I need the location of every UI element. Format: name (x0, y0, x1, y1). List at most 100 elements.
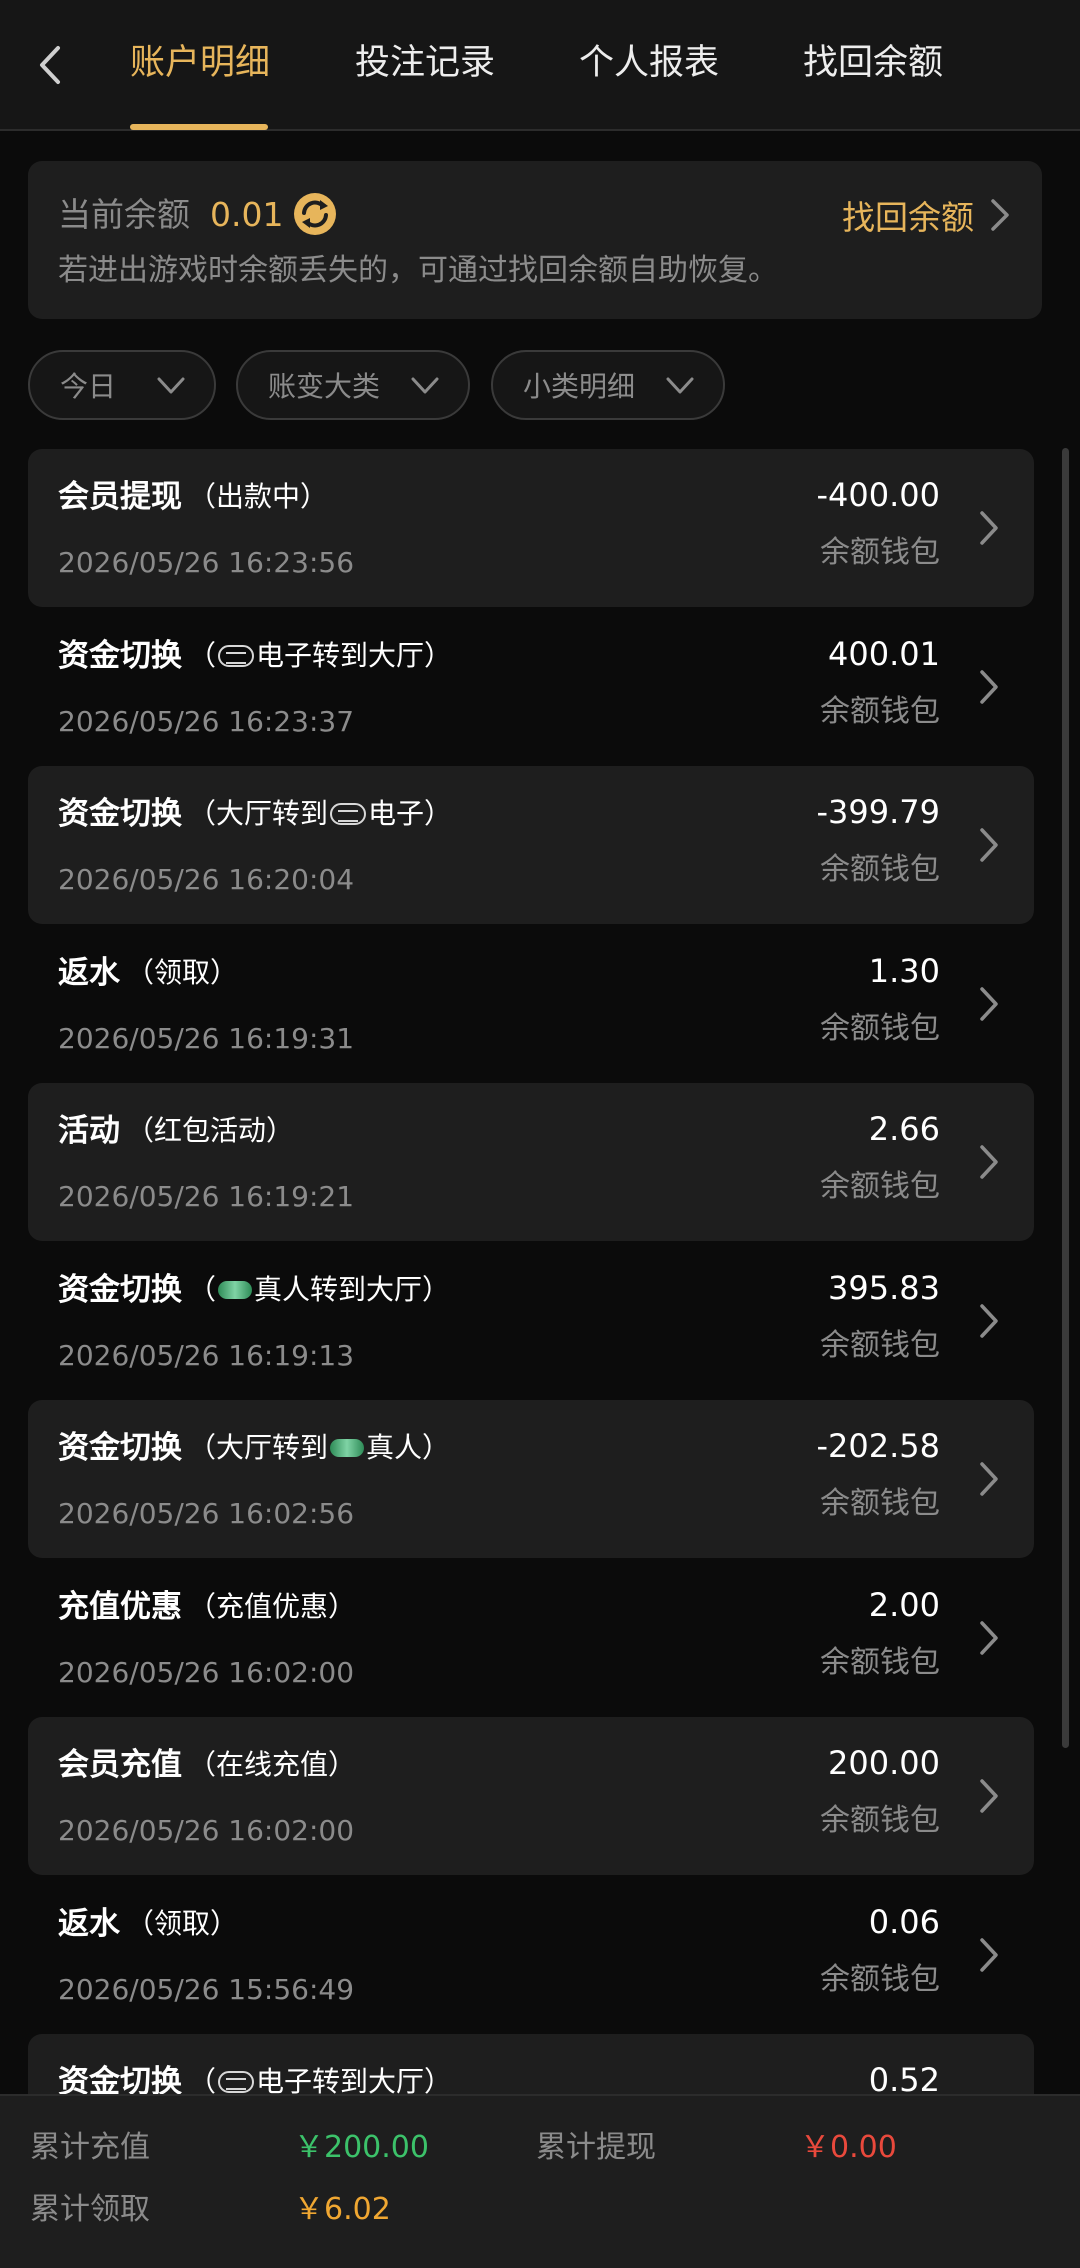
transaction-subtype-prefix: （大厅转到 (188, 1431, 329, 1464)
transaction-row[interactable]: 资金切换（ 电子转到大厅） 2026/05/26 16:23:37 400.01 余额钱… (28, 608, 1034, 766)
transaction-subtype-suffix: 真人转到大厅） (254, 1272, 451, 1306)
transaction-row[interactable]: 充值优惠 （充值优惠） 2026/05/26 16:02:00 2.00 余额钱包 (28, 1559, 1034, 1717)
transaction-subtype-prefix: （出款中） (188, 480, 329, 513)
chevron-right-icon (980, 1303, 998, 1338)
transaction-subtype: （大厅转到 真人） (188, 1426, 450, 1470)
transaction-subtype: （红包活动） (126, 1109, 294, 1153)
transaction-subtype-suffix: 电子） (368, 797, 453, 830)
transaction-amount: -202.58 (816, 1427, 940, 1465)
tab-recover-balance[interactable]: 找回余额 (803, 38, 943, 88)
transaction-title: 资金切换（ 电子转到大厅） (58, 634, 452, 678)
transaction-amount: 400.01 (828, 634, 940, 673)
transaction-subtype-prefix: （大厅转到 (188, 797, 329, 830)
chevron-right-icon (980, 1462, 998, 1496)
transaction-row[interactable]: 会员提现 （出款中） 2026/05/26 16:23:56 -400.00 余额钱包 (28, 449, 1034, 607)
active-tab-indicator (130, 124, 268, 130)
transaction-row[interactable]: 资金切换 （大厅转到 真人） 2026/05/26 16:02:56 -202.58 余额… (28, 1400, 1034, 1558)
transaction-type: 资金切换 (58, 1430, 182, 1466)
transaction-row[interactable]: 资金切换 （大厅转到 电子） 2026/05/26 16:20:04 -399.79 余额… (28, 766, 1034, 924)
total-claim-label: 累计领取 (30, 2192, 150, 2227)
transaction-type: 资金切换 (58, 637, 182, 674)
transaction-subtype: （大厅转到 电子） (188, 792, 452, 836)
balance-tip: 若进出游戏时余额丢失的，可通过找回余额自助恢复。 (58, 253, 778, 288)
transaction-wallet: 余额钱包 (820, 1961, 940, 1997)
transaction-subtype: （出款中） (188, 475, 328, 519)
transaction-wallet: 余额钱包 (820, 1644, 940, 1680)
scrollbar[interactable] (1062, 448, 1069, 1748)
transaction-wallet: 余额钱包 (820, 852, 940, 887)
transaction-type: 会员充值 (58, 1747, 182, 1783)
transaction-title: 会员充值 （在线充值） (58, 1743, 356, 1787)
transaction-time: 2026/05/26 16:23:56 (58, 546, 355, 579)
transaction-type: 会员提现 (58, 479, 182, 515)
chevron-right-icon (980, 986, 998, 1021)
pg-logo-icon (218, 644, 255, 667)
chevron-right-icon (980, 669, 998, 704)
transaction-time: 2026/05/26 16:02:56 (58, 1497, 355, 1530)
transaction-type: 资金切换 (58, 796, 182, 832)
transaction-amount: 395.83 (828, 1268, 940, 1307)
transaction-subtype-prefix: （ (188, 1272, 217, 1306)
tab-account-details[interactable]: 账户明细 (130, 38, 270, 88)
chevron-down-icon (157, 377, 185, 394)
live-casino-logo-icon (218, 1280, 253, 1299)
back-button[interactable] (30, 40, 70, 90)
filter-category[interactable]: 账变大类 (236, 350, 470, 420)
transaction-wallet: 余额钱包 (820, 693, 940, 729)
transaction-type: 充值优惠 (58, 1588, 182, 1625)
transaction-subtype-prefix: （充值优惠） (188, 1589, 357, 1623)
transaction-amount: 2.00 (868, 1585, 940, 1624)
transaction-subtype-prefix: （在线充值） (188, 1748, 357, 1781)
filter-date[interactable]: 今日 (28, 350, 216, 420)
transaction-title: 活动 （红包活动） (58, 1109, 294, 1153)
pg-logo-icon (218, 2071, 255, 2093)
transaction-time: 2026/05/26 15:56:49 (58, 1972, 355, 2006)
summary-footer: 累计充值 ￥200.00 累计提现 ￥0.00 累计领取 ￥6.02 (0, 2094, 1080, 2268)
refresh-icon[interactable] (290, 189, 340, 239)
transaction-amount: -400.00 (816, 476, 940, 514)
total-withdraw-label: 累计提现 (536, 2130, 656, 2165)
recover-balance-link[interactable]: 找回余额 (842, 189, 1012, 241)
transaction-row[interactable]: 返水 （领取） 2026/05/26 15:56:49 0.06 余额钱包 (28, 1876, 1034, 2034)
transaction-row[interactable]: 返水 （领取） 2026/05/26 16:19:31 1.30 余额钱包 (28, 925, 1034, 1083)
tab-personal-report[interactable]: 个人报表 (579, 38, 719, 88)
transaction-row[interactable]: 资金切换（ 真人转到大厅） 2026/05/26 16:19:13 395.83 余额钱… (28, 1242, 1034, 1400)
transaction-subtype: （ 电子转到大厅） (188, 634, 452, 678)
transaction-subtype: （领取） (126, 1902, 238, 1946)
transaction-title: 充值优惠 （充值优惠） (58, 1585, 356, 1629)
transaction-wallet: 余额钱包 (820, 535, 940, 570)
filter-subcategory-label: 小类明细 (523, 370, 636, 403)
chevron-right-icon (980, 1620, 998, 1655)
transaction-row[interactable]: 会员充值 （在线充值） 2026/05/26 16:02:00 200.00 余额钱包 (28, 1717, 1034, 1875)
transaction-type: 返水 (58, 1905, 120, 1942)
transaction-time: 2026/05/26 16:19:31 (58, 1021, 355, 1055)
transaction-wallet: 余额钱包 (820, 1327, 940, 1363)
filter-date-label: 今日 (60, 370, 117, 403)
transaction-subtype: （领取） (126, 951, 238, 995)
transaction-amount: 1.30 (868, 951, 940, 990)
transaction-amount: 0.06 (868, 1902, 940, 1941)
total-deposit-label: 累计充值 (30, 2130, 150, 2165)
chevron-down-icon (411, 377, 439, 394)
transaction-subtype-suffix: 电子转到大厅） (256, 638, 453, 672)
balance-card: 当前余额 0.01 找回余额 若进出游戏时余额丢失的，可通过找回余额自助恢复。 (28, 161, 1042, 319)
transaction-subtype-prefix: （红包活动） (126, 1114, 295, 1147)
transaction-row[interactable]: 活动 （红包活动） 2026/05/26 16:19:21 2.66 余额钱包 (28, 1083, 1034, 1241)
transaction-time: 2026/05/26 16:19:21 (58, 1180, 355, 1213)
chevron-left-icon (40, 46, 60, 84)
chevron-right-icon (980, 1145, 998, 1179)
tab-bet-records[interactable]: 投注记录 (355, 38, 495, 88)
transaction-title: 资金切换（ 真人转到大厅） (58, 1268, 450, 1312)
transaction-title: 资金切换 （大厅转到 电子） (58, 792, 452, 836)
transaction-wallet: 余额钱包 (820, 1803, 940, 1838)
filter-subcategory[interactable]: 小类明细 (491, 350, 725, 420)
transaction-time: 2026/05/26 16:02:00 (58, 1655, 355, 1689)
chevron-right-icon (980, 828, 998, 862)
transaction-time: 2026/05/26 16:19:13 (58, 1338, 355, 1372)
transaction-subtype: （在线充值） (188, 1743, 356, 1787)
transaction-subtype-prefix: （ (188, 638, 217, 672)
chevron-right-icon (980, 511, 998, 545)
balance-label: 当前余额 (58, 195, 190, 234)
total-deposit-value: ￥200.00 (294, 2130, 429, 2165)
filter-category-label: 账变大类 (268, 370, 381, 403)
